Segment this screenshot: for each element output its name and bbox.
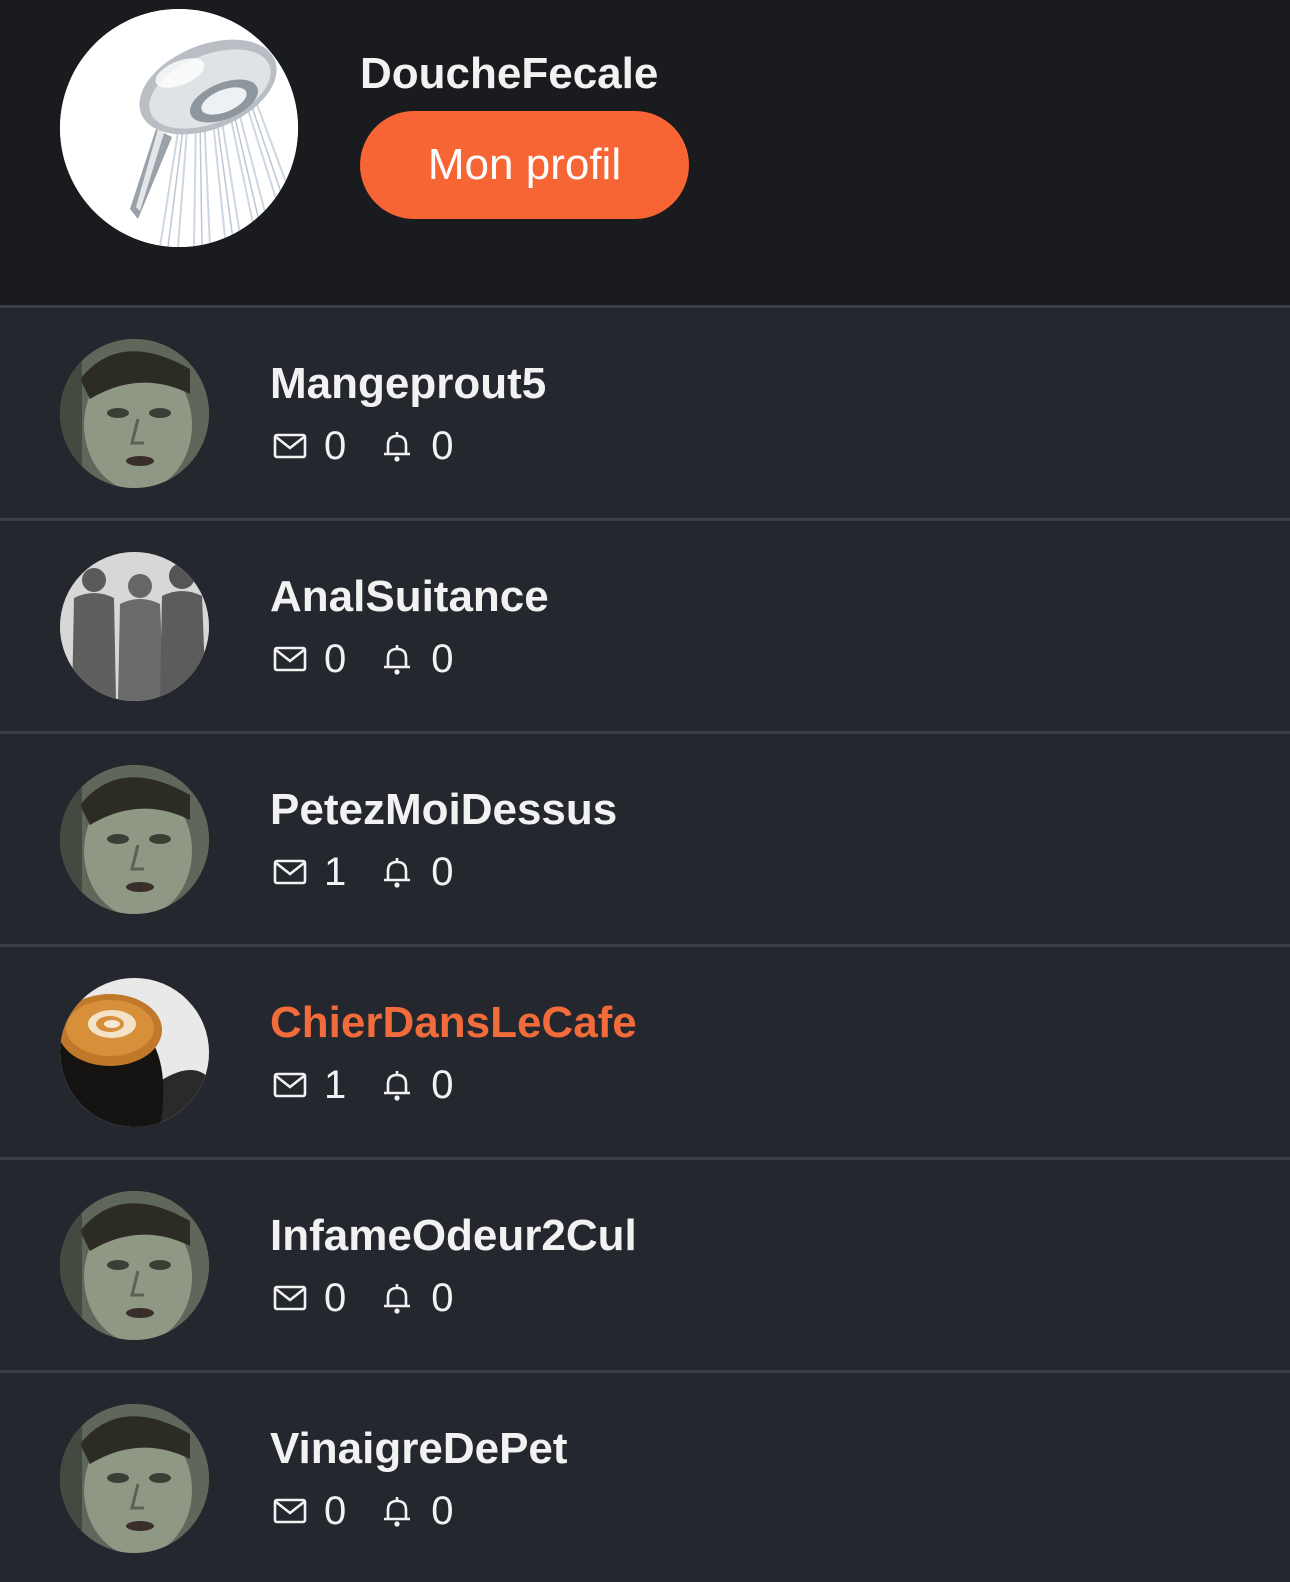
my-profile-button[interactable]: Mon profil: [360, 111, 689, 219]
account-row-infameodeur2cul[interactable]: InfameOdeur2Cul 0 0: [0, 1160, 1290, 1373]
account-avatar: [60, 339, 209, 488]
bell-icon: [379, 1493, 415, 1529]
current-account-username: DoucheFecale: [360, 49, 659, 98]
message-count: 0: [324, 637, 347, 681]
account-counters: 0 0: [272, 423, 454, 469]
account-avatar: [60, 765, 209, 914]
face-avatar-icon: [60, 765, 209, 914]
account-row-mangeprout5[interactable]: Mangeprout5 0 0: [0, 308, 1290, 521]
account-row-analsuitance[interactable]: AnalSuitance 0 0: [0, 521, 1290, 734]
account-username: ChierDansLeCafe: [270, 998, 637, 1047]
account-counters: 0 0: [272, 636, 454, 682]
envelope-icon: [272, 1493, 308, 1529]
current-account-header: DoucheFecale Mon profil: [0, 0, 1290, 308]
coffee-cup-avatar-icon: [60, 978, 209, 1127]
shower-head-icon: [60, 9, 298, 247]
face-avatar-icon: [60, 339, 209, 488]
bell-icon: [379, 1067, 415, 1103]
message-count: 0: [324, 1276, 347, 1320]
account-switcher: DoucheFecale Mon profil Mangeprout5 0 0 …: [0, 0, 1290, 1582]
envelope-icon: [272, 1280, 308, 1316]
notification-count: 0: [431, 1063, 454, 1107]
account-row-vinaigredepet[interactable]: VinaigreDePet 0 0: [0, 1373, 1290, 1582]
account-avatar: [60, 552, 209, 701]
bell-icon: [379, 1280, 415, 1316]
account-username: PetezMoiDessus: [270, 785, 618, 834]
account-username: InfameOdeur2Cul: [270, 1211, 637, 1260]
silhouettes-avatar-icon: [60, 552, 209, 701]
notification-count: 0: [431, 850, 454, 894]
envelope-icon: [272, 641, 308, 677]
face-avatar-icon: [60, 1404, 209, 1553]
account-username: AnalSuitance: [270, 572, 549, 621]
account-list: Mangeprout5 0 0 AnalSuitance 0 0 PetezMo…: [0, 308, 1290, 1582]
account-row-petezmoidessus[interactable]: PetezMoiDessus 1 0: [0, 734, 1290, 947]
account-avatar: [60, 1191, 209, 1340]
envelope-icon: [272, 854, 308, 890]
account-counters: 0 0: [272, 1275, 454, 1321]
envelope-icon: [272, 1067, 308, 1103]
account-avatar: [60, 1404, 209, 1553]
bell-icon: [379, 641, 415, 677]
account-counters: 1 0: [272, 1062, 454, 1108]
message-count: 1: [324, 850, 347, 894]
envelope-icon: [272, 428, 308, 464]
face-avatar-icon: [60, 1191, 209, 1340]
account-counters: 1 0: [272, 849, 454, 895]
message-count: 0: [324, 424, 347, 468]
bell-icon: [379, 428, 415, 464]
current-account-avatar[interactable]: [60, 9, 298, 247]
bell-icon: [379, 854, 415, 890]
account-username: VinaigreDePet: [270, 1424, 568, 1473]
notification-count: 0: [431, 424, 454, 468]
notification-count: 0: [431, 637, 454, 681]
account-avatar: [60, 978, 209, 1127]
account-counters: 0 0: [272, 1488, 454, 1534]
account-username: Mangeprout5: [270, 359, 547, 408]
account-row-chierdanslecafe[interactable]: ChierDansLeCafe 1 0: [0, 947, 1290, 1160]
notification-count: 0: [431, 1489, 454, 1533]
message-count: 1: [324, 1063, 347, 1107]
notification-count: 0: [431, 1276, 454, 1320]
message-count: 0: [324, 1489, 347, 1533]
